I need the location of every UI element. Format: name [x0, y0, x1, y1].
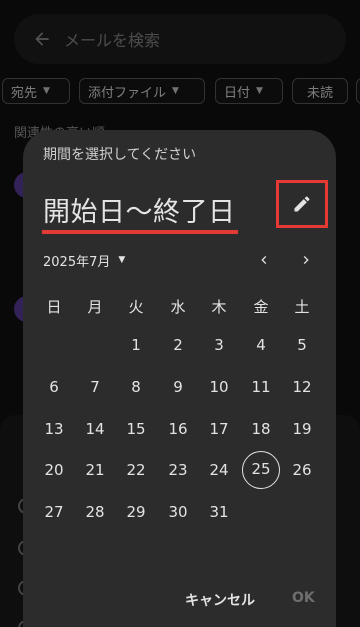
calendar-day[interactable]: 26: [283, 451, 321, 489]
weekday-label: 水: [170, 298, 186, 316]
calendar-day[interactable]: 8: [117, 368, 155, 406]
calendar-day[interactable]: 18: [242, 410, 280, 448]
cancel-button[interactable]: キャンセル: [185, 590, 255, 612]
calendar-day[interactable]: 29: [117, 493, 155, 531]
calendar-day[interactable]: 12: [283, 368, 321, 406]
screen: メールを検索 宛先▼ 添付ファイル▼ 日付▼ 未読 関連性の高い順 期間を選択し…: [0, 0, 360, 627]
weekday-label: 木: [211, 298, 227, 316]
dialog-title: 期間を選択してください: [43, 147, 197, 163]
calendar-day[interactable]: 21: [76, 451, 114, 489]
weekday-label: 土: [294, 298, 310, 316]
calendar-day[interactable]: 11: [242, 368, 280, 406]
calendar-day[interactable]: 15: [117, 410, 155, 448]
month-year-label: 2025年7月: [43, 254, 111, 270]
range-highlight-underline: [42, 230, 238, 234]
dropdown-arrow-icon: ▼: [118, 255, 126, 265]
calendar-day[interactable]: 9: [159, 368, 197, 406]
calendar-day[interactable]: 31: [200, 493, 238, 531]
calendar-day[interactable]: 23: [159, 451, 197, 489]
edit-input-mode-button[interactable]: [276, 180, 328, 228]
chevron-right-icon: [303, 256, 309, 264]
weekday-label: 金: [253, 298, 269, 316]
calendar-day[interactable]: 20: [35, 451, 73, 489]
weekday-label: 火: [128, 298, 144, 316]
calendar-day[interactable]: 7: [76, 368, 114, 406]
calendar-day[interactable]: 3: [200, 326, 238, 364]
date-range-dialog: 期間を選択してください 開始日〜終了日 2025年7月 ▼ 日月火水木金土 12…: [23, 130, 336, 627]
calendar-day[interactable]: 19: [283, 410, 321, 448]
calendar-day[interactable]: 4: [242, 326, 280, 364]
calendar-day[interactable]: 10: [200, 368, 238, 406]
calendar-day[interactable]: 5: [283, 326, 321, 364]
calendar-day-today[interactable]: 25: [242, 451, 280, 489]
calendar-day[interactable]: 13: [35, 410, 73, 448]
ok-button[interactable]: OK: [292, 590, 315, 612]
month-year-selector[interactable]: 2025年7月 ▼: [43, 250, 125, 270]
weekday-label: 日: [46, 298, 62, 316]
pencil-icon: [294, 196, 310, 212]
selected-range-text: 開始日〜終了日: [43, 197, 236, 228]
calendar-day[interactable]: 1: [117, 326, 155, 364]
calendar-day[interactable]: 6: [35, 368, 73, 406]
calendar-day[interactable]: 14: [76, 410, 114, 448]
calendar-day[interactable]: 16: [159, 410, 197, 448]
calendar-day[interactable]: 27: [35, 493, 73, 531]
calendar-day[interactable]: 24: [200, 451, 238, 489]
calendar-day[interactable]: 17: [200, 410, 238, 448]
weekday-label: 月: [87, 298, 103, 316]
calendar-day[interactable]: 22: [117, 451, 155, 489]
calendar-day[interactable]: 28: [76, 493, 114, 531]
calendar-day[interactable]: 30: [159, 493, 197, 531]
next-month-button[interactable]: [294, 248, 318, 272]
previous-month-button[interactable]: [252, 248, 276, 272]
calendar-day[interactable]: 2: [159, 326, 197, 364]
chevron-left-icon: [261, 256, 267, 264]
